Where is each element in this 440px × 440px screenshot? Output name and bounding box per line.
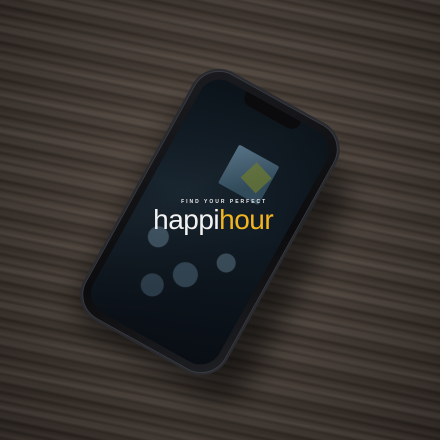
app-logo: happihour [141,203,285,235]
logo-part-hour: hour [219,203,274,235]
app-brand: FIND YOUR PERFECT happihour [141,199,285,235]
logo-part-happi: happi [153,203,220,235]
